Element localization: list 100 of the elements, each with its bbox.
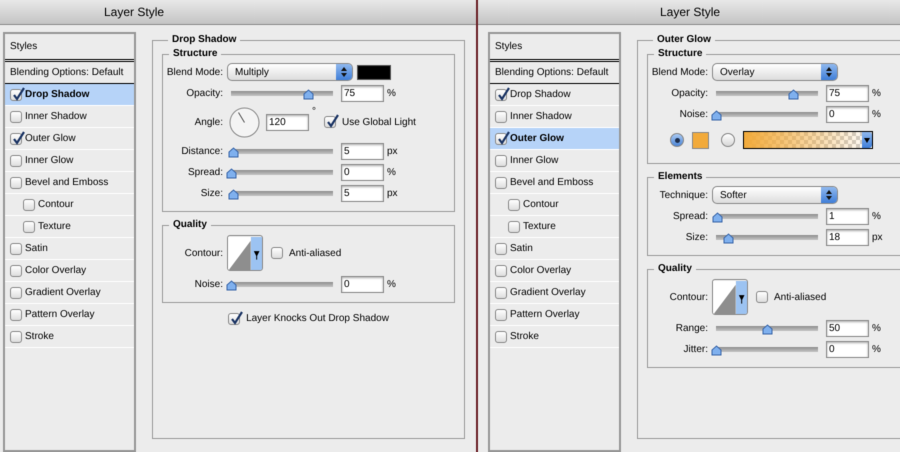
input-field[interactable]: 120 [266, 114, 309, 130]
checkbox[interactable] [495, 88, 507, 100]
checkbox[interactable] [495, 132, 507, 144]
checkbox[interactable] [495, 308, 507, 320]
input-field[interactable]: 75 [826, 84, 869, 102]
field-label: Size: [684, 230, 709, 244]
field-label: Blend Mode: [166, 66, 224, 80]
style-list-item[interactable]: Texture [490, 216, 619, 238]
style-list-item[interactable]: Gradient Overlay [5, 282, 134, 304]
contour-picker[interactable] [227, 235, 263, 271]
field-label: Spread: [672, 210, 709, 224]
group-title: Elements [657, 172, 704, 182]
style-list-item[interactable]: Drop Shadow [490, 84, 619, 106]
checkbox[interactable] [495, 242, 507, 254]
caret-icon [862, 132, 872, 148]
input-field[interactable]: 0 [341, 276, 384, 292]
checkbox[interactable] [10, 154, 22, 166]
style-list-item[interactable]: Pattern Overlay [490, 304, 619, 326]
color-swatch[interactable] [692, 132, 709, 148]
style-list-item[interactable]: Stroke [490, 326, 619, 348]
style-list-item[interactable]: Gradient Overlay [490, 282, 619, 304]
dropdown[interactable]: Multiply [227, 63, 353, 81]
checkbox[interactable] [10, 88, 22, 100]
style-list-item[interactable]: Contour [490, 194, 619, 216]
slider-thumb[interactable] [226, 278, 237, 289]
slider-thumb[interactable] [228, 145, 240, 156]
checkbox-label: Layer Knocks Out Drop Shadow [246, 312, 389, 326]
slider-thumb[interactable] [788, 87, 798, 98]
checkbox[interactable] [10, 308, 22, 320]
style-list-item[interactable]: Satin [490, 238, 619, 260]
contour-curve-icon [713, 280, 736, 314]
dropdown[interactable]: Overlay [712, 63, 838, 81]
checkbox[interactable] [508, 198, 520, 210]
checkbox[interactable] [10, 264, 22, 276]
checkbox[interactable] [324, 116, 336, 128]
input-field[interactable]: 18 [826, 228, 869, 246]
checkbox[interactable] [508, 220, 520, 232]
style-list-item[interactable]: Stroke [5, 326, 134, 348]
checkbox[interactable] [495, 286, 507, 298]
style-list-item[interactable]: Outer Glow [490, 128, 619, 150]
slider-thumb[interactable] [723, 231, 734, 242]
style-list-item[interactable]: Texture [5, 216, 134, 238]
checkbox[interactable] [10, 176, 22, 188]
input-field[interactable]: 50 [826, 320, 869, 336]
field-label: Range: [674, 322, 709, 336]
style-list-item[interactable]: Drop Shadow [5, 84, 134, 106]
field-label: Contour: [184, 246, 224, 260]
field-label: Opacity: [670, 86, 709, 100]
style-list-item[interactable]: Contour [5, 194, 134, 216]
stepper-icon [821, 64, 837, 80]
style-list-item[interactable]: Bevel and Emboss [490, 172, 619, 194]
checkbox[interactable] [10, 286, 22, 298]
checkbox[interactable] [495, 176, 507, 188]
checkbox[interactable] [756, 291, 768, 303]
checkbox[interactable] [10, 242, 22, 254]
color-swatch[interactable] [357, 64, 391, 80]
slider-thumb[interactable] [228, 187, 240, 198]
input-field[interactable]: 5 [341, 142, 384, 160]
angle-dial[interactable] [229, 106, 260, 138]
style-list-item[interactable]: Color Overlay [5, 260, 134, 282]
gradient-picker[interactable] [743, 131, 873, 149]
style-list-item[interactable]: Inner Glow [5, 150, 134, 172]
slider-thumb[interactable] [711, 343, 722, 354]
input-field[interactable]: 75 [341, 84, 384, 102]
style-list-item[interactable]: Inner Glow [490, 150, 619, 172]
slider-thumb[interactable] [762, 322, 773, 333]
slider-thumb[interactable] [226, 166, 237, 177]
stepper-icon [821, 187, 837, 203]
checkbox[interactable] [495, 154, 507, 166]
checkbox[interactable] [23, 220, 35, 232]
input-field[interactable]: 0 [826, 106, 869, 122]
checkbox[interactable] [23, 198, 35, 210]
contour-picker[interactable] [712, 279, 748, 315]
input-field[interactable]: 0 [341, 164, 384, 180]
style-list-item[interactable]: Inner Shadow [5, 106, 134, 128]
slider-thumb[interactable] [302, 87, 314, 98]
field-label: Size: [200, 186, 224, 200]
style-list-item[interactable]: Outer Glow [5, 128, 134, 150]
dropdown[interactable]: Softer [712, 186, 838, 204]
radio-button[interactable] [670, 133, 684, 147]
style-list-item[interactable]: Satin [5, 238, 134, 260]
slider-thumb[interactable] [712, 210, 724, 221]
style-list-item[interactable]: Blending Options: Default [490, 62, 619, 84]
checkbox[interactable] [10, 110, 22, 122]
checkbox[interactable] [495, 264, 507, 276]
input-field[interactable]: 1 [826, 208, 869, 224]
style-list-item[interactable]: Bevel and Emboss [5, 172, 134, 194]
unit-label: px [386, 186, 398, 200]
checkbox[interactable] [271, 247, 283, 259]
slider-thumb[interactable] [711, 108, 722, 119]
checkbox[interactable] [495, 330, 507, 342]
radio-button[interactable] [721, 133, 735, 147]
checkbox[interactable] [10, 132, 22, 144]
input-field[interactable]: 5 [341, 184, 384, 202]
style-list-item[interactable]: Pattern Overlay [5, 304, 134, 326]
checkbox[interactable] [495, 110, 507, 122]
style-list-item[interactable]: Color Overlay [490, 260, 619, 282]
checkbox[interactable] [10, 330, 22, 342]
checkbox[interactable] [228, 312, 240, 324]
input-field[interactable]: 0 [826, 340, 869, 358]
